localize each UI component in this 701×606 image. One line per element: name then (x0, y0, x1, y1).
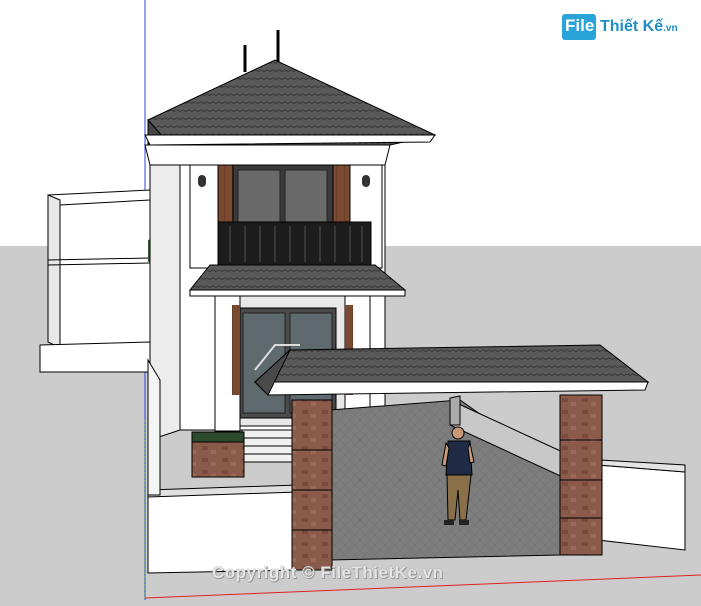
neighbor-building (39, 189, 160, 373)
filethietke-logo: File Thiết Kế.vn (562, 12, 678, 42)
logo-brand-name: Thiết Kế (600, 18, 664, 35)
logo-file-text: File (565, 16, 595, 35)
copyright-watermark: Copyright © FileThietKe.vn (212, 563, 444, 582)
gate-pillar-left (291, 399, 333, 571)
house-model-scene (0, 0, 701, 606)
logo-brand-text: Thiết Kế.vn (600, 18, 678, 36)
gate-pillar-right (559, 394, 603, 556)
3d-viewport[interactable]: File Thiết Kế.vn Copyright © FileThietKe… (0, 0, 701, 606)
lower-canopy-roof (188, 264, 407, 291)
gate-roof (253, 344, 650, 396)
main-roof (144, 30, 437, 166)
logo-domain-suffix: .vn (663, 23, 678, 34)
